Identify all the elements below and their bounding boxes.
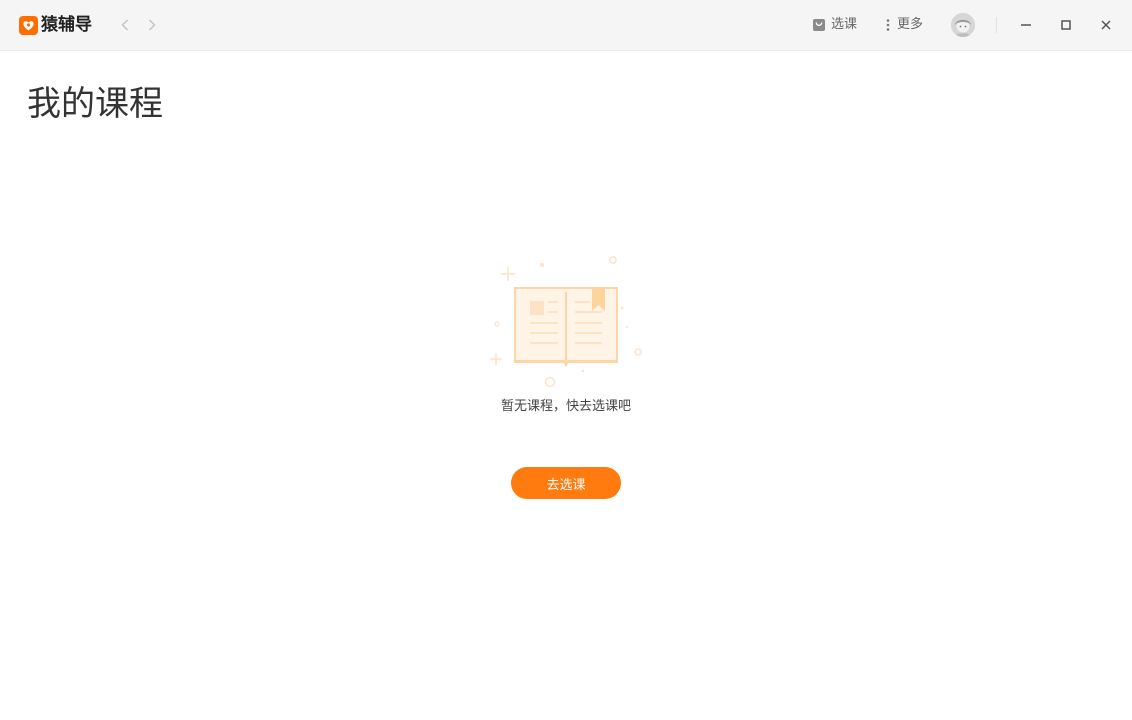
back-button[interactable] (118, 16, 132, 34)
app-logo[interactable]: 猿辅导 (19, 15, 92, 35)
empty-state-message: 暂无课程，快去选课吧 (500, 399, 631, 414)
user-avatar[interactable] (951, 13, 975, 37)
maximize-button[interactable] (1057, 16, 1075, 34)
title-bar: 猿辅导 选课 更多 (0, 0, 1132, 51)
forward-button[interactable] (145, 16, 159, 34)
empty-state-illustration (486, 254, 646, 390)
app-logo-icon (19, 15, 38, 35)
select-course-button[interactable]: 选课 (812, 15, 857, 35)
select-course-label: 选课 (831, 17, 858, 32)
close-icon (1101, 20, 1111, 30)
more-label: 更多 (897, 17, 924, 32)
app-name: 猿辅导 (41, 15, 92, 35)
shopping-bag-icon (813, 19, 825, 31)
minimize-icon (1021, 24, 1031, 26)
minimize-button[interactable] (1017, 16, 1035, 34)
more-vertical-icon (886, 19, 890, 31)
open-book-icon (490, 256, 642, 388)
titlebar-divider (996, 17, 997, 33)
go-select-course-button[interactable]: 去选课 (511, 467, 621, 499)
page-title: 我的课程 (27, 84, 163, 124)
chevron-right-icon (148, 19, 156, 31)
maximize-icon (1061, 20, 1071, 30)
chevron-left-icon (121, 19, 129, 31)
close-button[interactable] (1097, 16, 1115, 34)
avatar-icon (951, 13, 975, 37)
more-menu-button[interactable]: 更多 (884, 15, 923, 35)
